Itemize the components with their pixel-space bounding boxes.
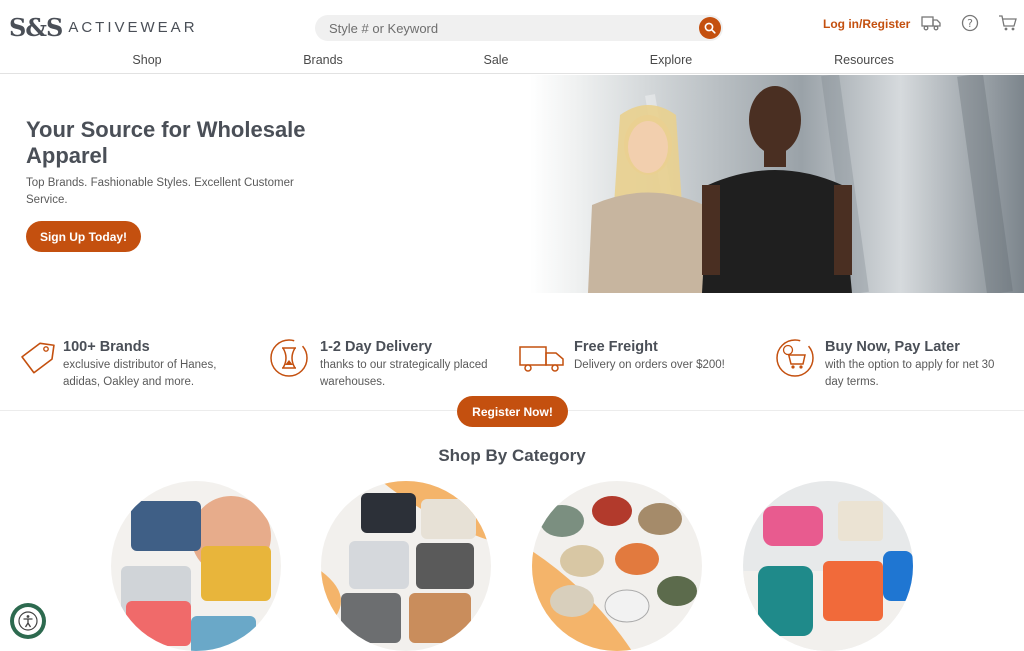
help-icon[interactable]: ? [959, 12, 981, 34]
cart-icon[interactable] [997, 12, 1019, 34]
logo-text: ACTIVEWEAR [68, 19, 198, 36]
search-button[interactable] [699, 17, 721, 39]
accessibility-icon [18, 611, 38, 631]
tag-icon [21, 342, 55, 374]
freight-truck-icon [519, 346, 564, 372]
nav-shop[interactable]: Shop [132, 53, 161, 67]
logo[interactable]: S&S ACTIVEWEAR [9, 13, 198, 42]
sign-up-button[interactable]: Sign Up Today! [26, 221, 141, 252]
truck-icon[interactable] [920, 12, 942, 34]
nav-brands[interactable]: Brands [303, 53, 343, 67]
search-input[interactable] [329, 15, 689, 41]
logo-mark: S&S [9, 13, 63, 42]
category-headwear[interactable] [532, 481, 702, 651]
category-outerwear[interactable] [321, 481, 491, 651]
feature-desc: thanks to our strategically placed wareh… [320, 359, 488, 388]
feature-title: 100+ Brands [63, 339, 150, 355]
nav-explore[interactable]: Explore [650, 53, 692, 67]
feature-title: Buy Now, Pay Later [825, 339, 960, 355]
accessibility-button[interactable] [10, 603, 46, 639]
svg-text:?: ? [967, 17, 973, 30]
site-header: S&S ACTIVEWEAR Log in/Register ? [0, 0, 1024, 74]
register-now-button[interactable]: Register Now! [457, 396, 568, 427]
hero-title: Your Source for Wholesale Apparel [26, 117, 306, 168]
nav-sale[interactable]: Sale [483, 53, 508, 67]
search-bar [315, 15, 723, 41]
nav-resources[interactable]: Resources [834, 53, 894, 67]
main-nav: Shop Brands Sale Explore Resources [0, 53, 1024, 67]
search-icon [704, 22, 716, 34]
feature-desc: with the option to apply for net 30 day … [825, 359, 995, 388]
login-register-link[interactable]: Log in/Register [823, 17, 910, 31]
category-shirts[interactable] [111, 481, 281, 651]
feature-title: 1-2 Day Delivery [320, 339, 433, 355]
hero-photo [530, 75, 1024, 293]
hero-banner: Your Source for Wholesale Apparel Top Br… [0, 75, 1024, 293]
category-bags[interactable] [743, 481, 913, 651]
hero-subtitle: Top Brands. Fashionable Styles. Excellen… [26, 177, 294, 206]
hourglass-icon [270, 339, 308, 377]
feature-desc: exclusive distributor of Hanes, adidas, … [63, 359, 217, 388]
shop-by-category-title: Shop By Category [438, 446, 586, 465]
features-strip: 100+ Brands exclusive distributor of Han… [0, 293, 1024, 411]
cart-clock-icon [776, 339, 814, 377]
feature-desc: Delivery on orders over $200! [574, 359, 725, 371]
feature-title: Free Freight [574, 339, 658, 355]
